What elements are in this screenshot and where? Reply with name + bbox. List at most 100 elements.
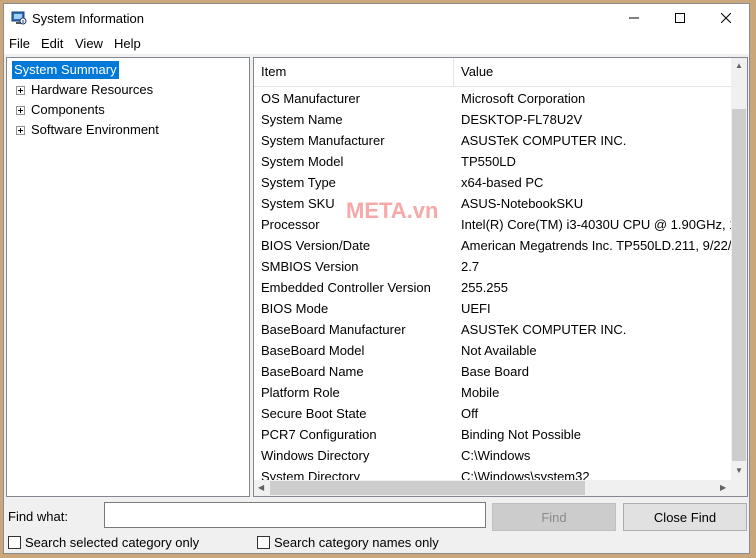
system-information-app-icon [11, 11, 27, 25]
cell-item: BaseBoard Model [261, 343, 365, 358]
cell-value: 255.255 [461, 280, 508, 295]
table-row[interactable]: System Directory C:\Windows\system32 [254, 466, 733, 481]
tree-item-components[interactable]: Components [31, 101, 105, 119]
cell-value: C:\Windows [461, 448, 531, 463]
column-divider[interactable] [453, 58, 454, 86]
vertical-scrollbar[interactable]: ▲ ▼ [731, 58, 747, 480]
cell-item: OS Manufacturer [261, 91, 360, 106]
close-find-button[interactable]: Close Find [623, 503, 747, 531]
maximize-icon [675, 13, 685, 23]
cell-value: ASUSTeK COMPUTER INC. [461, 322, 627, 337]
cell-value: Microsoft Corporation [461, 91, 586, 106]
table-row[interactable]: BIOS Mode UEFI [254, 298, 733, 319]
cell-item: System Name [261, 112, 343, 127]
cell-item: BaseBoard Name [261, 364, 364, 379]
cell-value: x64-based PC [461, 175, 544, 190]
table-row[interactable]: System Type x64-based PC [254, 172, 733, 193]
find-what-input[interactable] [104, 502, 486, 528]
maximize-button[interactable] [657, 4, 703, 32]
scroll-up-icon[interactable]: ▲ [735, 61, 743, 70]
cell-item: BIOS Version/Date [261, 238, 371, 253]
window-title: System Information [32, 11, 144, 26]
cell-item: System Model [261, 154, 344, 169]
cell-item: System SKU [261, 196, 335, 211]
scroll-down-icon[interactable]: ▼ [735, 466, 743, 475]
find-button[interactable]: Find [492, 503, 616, 531]
cell-item: Secure Boot State [261, 406, 367, 421]
search-category-names-label: Search category names only [274, 535, 439, 550]
cell-value: ASUS-NotebookSKU [461, 196, 584, 211]
table-row[interactable]: System SKU ASUS-NotebookSKU [254, 193, 733, 214]
vertical-scroll-thumb[interactable] [732, 109, 746, 461]
tree-item-software-environment[interactable]: Software Environment [31, 121, 159, 139]
title-bar[interactable]: System Information [4, 4, 749, 32]
expand-icon[interactable] [16, 106, 25, 115]
cell-value: Off [461, 406, 479, 421]
cell-item: PCR7 Configuration [261, 427, 377, 442]
search-selected-category-label: Search selected category only [25, 535, 200, 550]
menu-bar: File Edit View Help [4, 32, 749, 54]
find-what-label: Find what: [8, 509, 68, 524]
menu-edit[interactable]: Edit [41, 36, 63, 51]
table-row[interactable]: System Model TP550LD [254, 151, 733, 172]
cell-item: System Directory [261, 469, 360, 481]
cell-value: UEFI [461, 301, 491, 316]
search-category-names-option[interactable]: Search category names only [257, 535, 439, 550]
table-row[interactable]: PCR7 Configuration Binding Not Possible [254, 424, 733, 445]
cell-value: Intel(R) Core(TM) i3-4030U CPU @ 1.90GHz… [461, 217, 733, 232]
category-tree[interactable]: System Summary Hardware Resources Compon… [6, 57, 250, 497]
table-row[interactable]: System Manufacturer ASUSTeK COMPUTER INC. [254, 130, 733, 151]
table-row[interactable]: BaseBoard Manufacturer ASUSTeK COMPUTER I… [254, 319, 733, 340]
scroll-left-icon[interactable]: ◀ [258, 483, 264, 492]
cell-value: Binding Not Possible [461, 427, 581, 442]
table-row[interactable]: BaseBoard Name Base Board [254, 361, 733, 382]
close-window-button[interactable] [703, 4, 749, 32]
search-selected-category-checkbox[interactable] [8, 536, 21, 549]
details-list[interactable]: Item Value OS Manufacturer Microsoft Corp… [253, 57, 748, 497]
close-icon [721, 13, 731, 23]
cell-value: Base Board [461, 364, 529, 379]
table-row[interactable]: System Name DESKTOP-FL78U2V [254, 109, 733, 130]
search-category-names-checkbox[interactable] [257, 536, 270, 549]
cell-value: Not Available [461, 343, 537, 358]
table-row[interactable]: BaseBoard Model Not Available [254, 340, 733, 361]
cell-value: C:\Windows\system32 [461, 469, 590, 481]
expand-icon[interactable] [16, 126, 25, 135]
cell-value: 2.7 [461, 259, 480, 274]
table-row[interactable]: BIOS Version/Date American Megatrends Inc… [254, 235, 733, 256]
tree-item-system-summary[interactable]: System Summary [12, 61, 119, 79]
minimize-icon [629, 17, 639, 19]
column-header-value[interactable]: Value [461, 64, 493, 79]
minimize-button[interactable] [611, 4, 657, 32]
table-row[interactable]: SMBIOS Version 2.7 [254, 256, 733, 277]
table-row[interactable]: Platform Role Mobile [254, 382, 733, 403]
cell-value: Mobile [461, 385, 500, 400]
cell-item: BIOS Mode [261, 301, 329, 316]
menu-help[interactable]: Help [114, 36, 141, 51]
column-header-item[interactable]: Item [261, 64, 286, 79]
cell-value: American Megatrends Inc. TP550LD.211, 9/… [461, 238, 733, 253]
tree-item-hardware-resources[interactable]: Hardware Resources [31, 81, 153, 99]
system-information-window: System Information File Edit View Help S… [3, 3, 750, 554]
watermark: META.vn [346, 198, 439, 223]
list-rows: OS Manufacturer Microsoft Corporation Syst… [254, 88, 733, 481]
cell-item: BaseBoard Manufacturer [261, 322, 406, 337]
table-row[interactable]: Embedded Controller Version 255.255 [254, 277, 733, 298]
cell-item: SMBIOS Version [261, 259, 359, 274]
table-row[interactable]: Processor Intel(R) Core(TM) i3-4030U CPU … [254, 214, 733, 235]
table-row[interactable]: Secure Boot State Off [254, 403, 733, 424]
table-row[interactable]: Windows Directory C:\Windows [254, 445, 733, 466]
cell-item: Platform Role [261, 385, 340, 400]
scroll-right-icon[interactable]: ▶ [720, 483, 726, 492]
expand-icon[interactable] [16, 86, 25, 95]
list-header: Item Value [254, 58, 733, 87]
horizontal-scroll-thumb[interactable] [270, 481, 585, 495]
horizontal-scrollbar[interactable]: ◀ ▶ [254, 480, 733, 496]
search-selected-category-option[interactable]: Search selected category only [8, 535, 199, 550]
table-row[interactable]: OS Manufacturer Microsoft Corporation [254, 88, 733, 109]
menu-view[interactable]: View [75, 36, 103, 51]
cell-value: DESKTOP-FL78U2V [461, 112, 583, 127]
menu-file[interactable]: File [9, 36, 30, 51]
cell-item: System Type [261, 175, 336, 190]
cell-item: System Manufacturer [261, 133, 385, 148]
